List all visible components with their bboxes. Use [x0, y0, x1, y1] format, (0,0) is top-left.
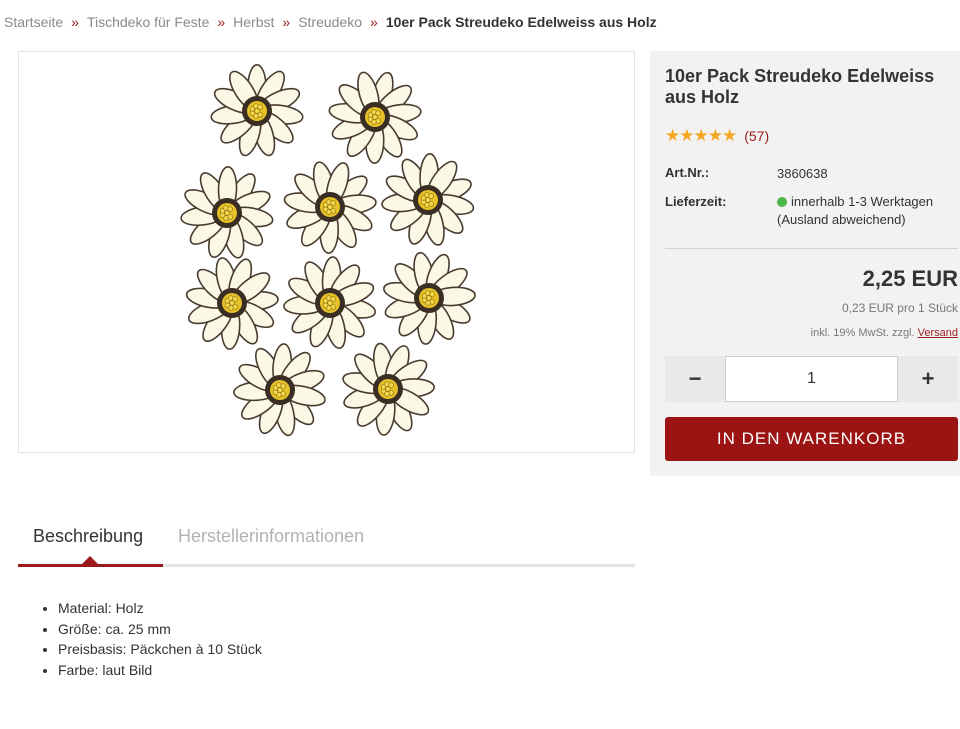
- product-description-list: Material: Holz Größe: ca. 25 mm Preisbas…: [58, 598, 262, 680]
- list-item: Material: Holz: [58, 598, 262, 619]
- active-tab-indicator: [18, 564, 163, 567]
- edelweiss-product-photo: [180, 63, 476, 437]
- add-to-cart-button[interactable]: IN DEN WARENKORB: [665, 417, 958, 461]
- divider: [665, 248, 958, 249]
- breadcrumb-separator: »: [282, 14, 291, 30]
- delivery-info: innerhalb 1-3 Werktagen (Ausland abweich…: [777, 193, 933, 229]
- product-rating[interactable]: ★★★★★ (57): [665, 126, 769, 146]
- availability-dot-icon: [777, 197, 787, 207]
- product-title: 10er Pack Streudeko Edelweiss aus Holz: [665, 66, 935, 107]
- list-item: Farbe: laut Bild: [58, 660, 262, 681]
- list-item: Größe: ca. 25 mm: [58, 619, 262, 640]
- breadcrumb-link-tischdeko[interactable]: Tischdeko für Feste: [87, 14, 209, 30]
- active-tab-arrow-icon: [82, 556, 98, 564]
- breadcrumb-separator: »: [370, 14, 378, 30]
- list-item: Preisbasis: Päckchen à 10 Stück: [58, 639, 262, 660]
- delivery-label: Lieferzeit:: [665, 194, 727, 209]
- tax-info: inkl. 19% MwSt. zzgl. Versand: [811, 327, 958, 339]
- breadcrumb-link-home[interactable]: Startseite: [4, 14, 63, 30]
- rating-stars-icon: ★★★★★: [665, 126, 737, 145]
- quantity-increase-button[interactable]: +: [898, 356, 958, 402]
- art-nr-label: Art.Nr.:: [665, 165, 710, 180]
- shipping-link[interactable]: Versand: [918, 327, 958, 339]
- edelweiss-flower: [328, 71, 422, 164]
- breadcrumb-link-herbst[interactable]: Herbst: [233, 14, 274, 30]
- tab-herstellerinformationen[interactable]: Herstellerinformationen: [178, 526, 364, 547]
- breadcrumb-link-streudeko[interactable]: Streudeko: [298, 14, 362, 30]
- edelweiss-flower: [180, 166, 274, 259]
- product-tabs: Beschreibung Herstellerinformationen: [18, 520, 635, 567]
- edelweiss-flower: [210, 63, 304, 157]
- quantity-stepper: − +: [665, 356, 958, 402]
- edelweiss-flower: [381, 153, 475, 246]
- buy-box: 10er Pack Streudeko Edelweiss aus Holz ★…: [650, 51, 960, 476]
- product-price: 2,25 EUR: [862, 266, 958, 291]
- quantity-input[interactable]: [725, 356, 898, 402]
- product-image[interactable]: [18, 51, 635, 453]
- quantity-decrease-button[interactable]: −: [665, 356, 725, 402]
- breadcrumb-separator: »: [217, 14, 226, 30]
- edelweiss-flower: [283, 256, 377, 349]
- edelweiss-flower: [233, 343, 326, 437]
- edelweiss-flower: [185, 257, 279, 350]
- review-count[interactable]: (57): [744, 128, 769, 144]
- edelweiss-flower: [342, 342, 435, 436]
- breadcrumb: Startseite » Tischdeko für Feste » Herbst » St…: [4, 14, 657, 30]
- edelweiss-flower: [283, 161, 377, 254]
- unit-price: 0,23 EUR pro 1 Stück: [841, 301, 958, 315]
- delivery-note: (Ausland abweichend): [777, 212, 906, 227]
- tab-beschreibung[interactable]: Beschreibung: [33, 526, 143, 547]
- edelweiss-flower: [383, 251, 476, 345]
- breadcrumb-current: 10er Pack Streudeko Edelweiss aus Holz: [385, 14, 657, 30]
- art-nr-value: 3860638: [777, 166, 828, 181]
- delivery-time: innerhalb 1-3 Werktagen: [791, 194, 934, 209]
- tax-text: inkl. 19% MwSt. zzgl.: [810, 327, 915, 339]
- breadcrumb-separator: »: [71, 14, 79, 30]
